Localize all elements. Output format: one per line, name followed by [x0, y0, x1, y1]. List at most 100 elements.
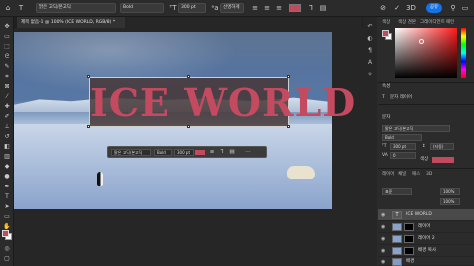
character-panel-icon[interactable]: ▤	[318, 3, 328, 13]
blur-tool-icon[interactable]: ◆	[2, 163, 12, 171]
fill-field[interactable]: 100%	[440, 198, 460, 205]
transform-handle-bottom[interactable]	[187, 125, 190, 128]
layer-name: 레이어	[418, 224, 431, 229]
contextual-font-family[interactable]: 맑은 고딕/본고딕	[111, 149, 151, 156]
contextual-warp-icon[interactable]: Ꞁ	[218, 148, 226, 157]
align-center-icon[interactable]: ≡	[262, 3, 272, 13]
move-tool-icon[interactable]: ✥	[2, 23, 12, 31]
brush-tool-icon[interactable]: ✐	[2, 113, 12, 121]
align-right-icon[interactable]: ≡	[274, 3, 284, 13]
panel-tracking[interactable]: 0	[390, 152, 416, 159]
align-left-icon[interactable]: ≡	[250, 3, 260, 13]
panel-foreground-swatch[interactable]	[382, 30, 389, 37]
healing-brush-icon[interactable]: ✚	[2, 103, 12, 111]
polar-bear	[287, 166, 315, 179]
tab-3d[interactable]: 3D	[426, 171, 432, 179]
visibility-eye-icon[interactable]: ◉	[381, 209, 386, 221]
contextual-more-icon[interactable]: ⋯	[244, 148, 252, 157]
hue-slider[interactable]	[461, 28, 466, 78]
glyphs-panel-icon[interactable]: ✧	[365, 70, 375, 79]
font-family-dropdown[interactable]: 맑은 고딕/본고딕	[36, 3, 116, 13]
tab-layers[interactable]: 레이어	[382, 171, 394, 179]
adjustments-panel-icon[interactable]: ◐	[365, 34, 375, 43]
workspace-icon[interactable]: ▭	[460, 3, 470, 13]
contextual-font-size[interactable]: 300 pt	[174, 149, 194, 156]
opacity-field[interactable]: 100%	[440, 188, 460, 195]
contextual-options-icon[interactable]: ▤	[228, 148, 236, 157]
crop-tool-icon[interactable]: ⌗	[2, 73, 12, 81]
transform-handle-top-left[interactable]	[87, 75, 90, 78]
screen-mode-icon[interactable]: ▢	[2, 255, 12, 263]
tab-paths[interactable]: 패스	[412, 171, 420, 179]
path-select-icon[interactable]: ➤	[2, 203, 12, 211]
visibility-eye-icon[interactable]: ◉	[381, 221, 386, 233]
tab-patterns[interactable]: 패턴	[446, 19, 454, 27]
marquee-tool-icon[interactable]: ⬚	[2, 43, 12, 51]
options-bar: ⌂ T 맑은 고딕/본고딕 Bold ᵀT 300 pt ᵃa 선명하게 ≡ ≡…	[0, 0, 474, 17]
panel-leading[interactable]: (자동)	[430, 143, 454, 150]
document-tab[interactable]: 제목 없음-1 @ 100% (ICE WORLD, RGB/8) *	[17, 17, 125, 28]
panel-divider	[378, 104, 474, 105]
color-picker-cursor[interactable]	[419, 39, 424, 44]
anti-alias-dropdown[interactable]: 선명하게	[220, 3, 244, 13]
character-panel-icon[interactable]: A	[365, 58, 375, 67]
transform-handle-top-right[interactable]	[287, 75, 290, 78]
contextual-align-icon[interactable]: ≡	[208, 148, 216, 157]
gradient-tool-icon[interactable]: ▥	[2, 153, 12, 161]
history-brush-icon[interactable]: ↺	[2, 133, 12, 141]
3d-icon[interactable]: 3D	[406, 3, 416, 13]
text-tool-icon[interactable]: T	[16, 3, 26, 13]
panel-text-color[interactable]	[432, 157, 454, 163]
shape-tool-icon[interactable]: ▭	[2, 213, 12, 221]
contextual-font-style[interactable]: Bold	[154, 149, 172, 156]
quick-mask-icon[interactable]: ◎	[2, 245, 12, 253]
lasso-tool-icon[interactable]: ᘓ	[2, 53, 12, 61]
panel-font-size[interactable]: 300 pt	[390, 143, 416, 150]
transform-handle-bottom-right[interactable]	[287, 125, 290, 128]
paragraph-panel-icon[interactable]: ¶	[365, 46, 375, 55]
eraser-tool-icon[interactable]: ◧	[2, 143, 12, 151]
blend-mode-dropdown[interactable]: 표준	[382, 188, 412, 195]
foreground-color-swatch[interactable]	[2, 230, 9, 237]
font-size-field[interactable]: 300 pt	[178, 3, 206, 13]
text-layer-bounding-box[interactable]: ICE WORLD	[89, 77, 355, 128]
transform-handle-bottom-left[interactable]	[87, 125, 90, 128]
tracking-icon: VA	[382, 153, 388, 158]
cancel-icon[interactable]: ⊘	[378, 3, 388, 13]
document-tab-bar: 제목 없음-1 @ 100% (ICE WORLD, RGB/8) *	[17, 17, 362, 28]
properties-title: 속성	[382, 84, 391, 89]
tab-channels[interactable]: 채널	[398, 171, 406, 179]
panel-font-style[interactable]: Bold	[382, 134, 422, 141]
visibility-eye-icon[interactable]: ◉	[381, 233, 386, 245]
eyedropper-tool-icon[interactable]: ⁄	[2, 93, 12, 101]
quick-select-tool-icon[interactable]: ✎	[2, 63, 12, 71]
warp-text-icon[interactable]: Ꞁ	[306, 3, 316, 13]
history-panel-icon[interactable]: ↶	[365, 22, 375, 31]
dodge-tool-icon[interactable]: ●	[2, 173, 12, 181]
tab-color[interactable]: 색상	[382, 19, 390, 27]
layer-thumbnail	[392, 223, 402, 231]
font-size-icon: ᵀT	[382, 144, 387, 149]
clone-stamp-icon[interactable]: ⊥	[2, 123, 12, 131]
share-button[interactable]: 공유	[426, 3, 442, 13]
layer-thumbnail	[392, 258, 402, 266]
headline-text[interactable]: ICE WORLD	[90, 78, 355, 128]
font-style-dropdown[interactable]: Bold	[120, 3, 164, 13]
frame-tool-icon[interactable]: ⊠	[2, 83, 12, 91]
layer-name: 배경	[406, 259, 415, 264]
transform-handle-top[interactable]	[187, 75, 190, 78]
pen-tool-icon[interactable]: ✒	[2, 183, 12, 191]
text-color-swatch[interactable]	[289, 4, 301, 12]
commit-check-icon[interactable]: ✓	[392, 3, 402, 13]
tab-swatches[interactable]: 색상 견본	[398, 19, 416, 27]
anti-alias-icon: ᵃa	[211, 4, 219, 12]
search-icon[interactable]: ⚲	[448, 3, 458, 13]
home-icon[interactable]: ⌂	[3, 3, 13, 13]
color-picker-field[interactable]	[395, 28, 457, 78]
artboard-tool-icon[interactable]: ▭	[2, 33, 12, 41]
tab-gradients[interactable]: 그레이디언트	[420, 19, 445, 27]
type-tool-icon[interactable]: T	[2, 193, 12, 201]
contextual-color-swatch[interactable]	[195, 150, 205, 155]
panel-font-family[interactable]: 맑은 고딕/본고딕	[382, 125, 450, 132]
visibility-eye-icon[interactable]: ◉	[381, 256, 386, 266]
